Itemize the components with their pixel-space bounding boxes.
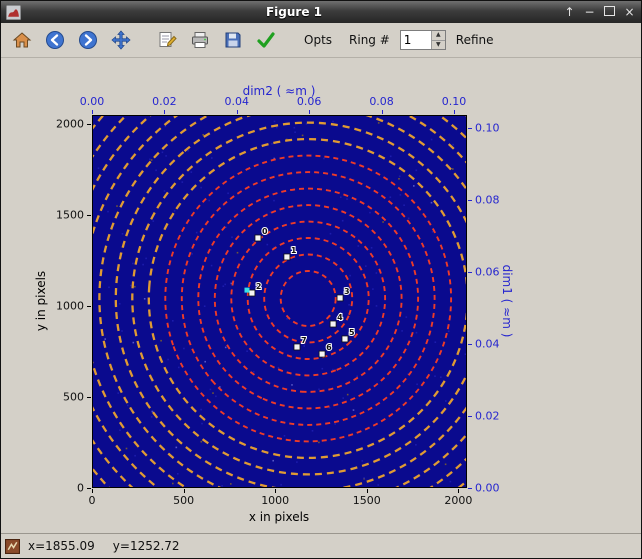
tick-label: 0.00 bbox=[80, 95, 105, 108]
tick-mark bbox=[458, 489, 459, 493]
svg-text:3: 3 bbox=[344, 287, 350, 296]
close-button[interactable]: × bbox=[623, 5, 636, 19]
tick-label: 0.00 bbox=[475, 482, 500, 495]
back-button[interactable] bbox=[40, 25, 70, 55]
tick-mark bbox=[468, 272, 472, 273]
svg-text:5: 5 bbox=[349, 328, 355, 337]
tick-mark bbox=[87, 488, 91, 489]
tick-mark bbox=[454, 110, 455, 114]
tick-label: 0 bbox=[77, 482, 84, 495]
tick-mark bbox=[468, 128, 472, 129]
accept-button[interactable] bbox=[251, 25, 281, 55]
home-icon bbox=[12, 30, 32, 50]
plot-canvas[interactable]: 0 1 2 3 45 6 7 bbox=[92, 115, 467, 488]
tick-label: 0.04 bbox=[475, 337, 500, 350]
check-icon bbox=[256, 30, 276, 50]
forward-button[interactable] bbox=[73, 25, 103, 55]
tick-label: 2000 bbox=[56, 117, 84, 130]
toolbar: Opts Ring # 1 ▲ ▼ Refine bbox=[1, 23, 641, 58]
edit-icon bbox=[157, 30, 177, 50]
refine-button[interactable]: Refine bbox=[449, 33, 501, 47]
tick-label: 0.02 bbox=[475, 409, 500, 422]
tick-mark bbox=[275, 489, 276, 493]
cursor-x-readout: x=1855.09 bbox=[28, 539, 95, 553]
tick-label: 0.10 bbox=[475, 121, 500, 134]
figure-area[interactable]: 01234567 x in pixels y in pixels dim2 ( … bbox=[1, 58, 641, 533]
tick-mark bbox=[309, 110, 310, 114]
print-button[interactable] bbox=[185, 25, 215, 55]
pan-icon bbox=[111, 30, 131, 50]
ring-number-value[interactable]: 1 bbox=[401, 31, 431, 49]
tick-mark bbox=[468, 200, 472, 201]
tick-mark bbox=[92, 110, 93, 114]
opts-button[interactable]: Opts bbox=[297, 33, 339, 47]
edit-button[interactable] bbox=[152, 25, 182, 55]
tick-label: 1500 bbox=[353, 494, 381, 507]
spin-up-button[interactable]: ▲ bbox=[432, 31, 445, 41]
maximize-icon bbox=[604, 6, 615, 16]
spin-buttons: ▲ ▼ bbox=[431, 31, 445, 49]
titlebar[interactable]: Figure 1 ↑ − × bbox=[1, 1, 641, 23]
tick-label: 500 bbox=[173, 494, 194, 507]
tick-mark bbox=[92, 489, 93, 493]
tick-label: 0.06 bbox=[475, 265, 500, 278]
tick-mark bbox=[237, 110, 238, 114]
window-title: Figure 1 bbox=[25, 5, 563, 19]
tick-label: 0.08 bbox=[369, 95, 394, 108]
statusbar: x=1855.09 y=1252.72 bbox=[1, 533, 641, 558]
minimize-button[interactable]: − bbox=[583, 5, 596, 19]
home-button[interactable] bbox=[7, 25, 37, 55]
tick-label: 500 bbox=[63, 390, 84, 403]
app-icon bbox=[6, 5, 21, 20]
tick-mark bbox=[87, 215, 91, 216]
tick-label: 2000 bbox=[444, 494, 472, 507]
maximize-button[interactable] bbox=[603, 5, 616, 19]
ring-number-label: Ring # bbox=[342, 33, 397, 47]
window-controls: ↑ − × bbox=[563, 5, 636, 19]
right-axis-label: dim1 ( ≈m ) bbox=[500, 265, 514, 338]
tick-mark bbox=[468, 488, 472, 489]
back-icon bbox=[45, 30, 65, 50]
tick-label: 0.06 bbox=[297, 95, 322, 108]
spin-down-button[interactable]: ▼ bbox=[432, 41, 445, 50]
tick-label: 1500 bbox=[56, 208, 84, 221]
tick-mark bbox=[87, 124, 91, 125]
tick-mark bbox=[87, 397, 91, 398]
svg-text:0: 0 bbox=[262, 227, 268, 236]
tick-label: 1000 bbox=[56, 299, 84, 312]
x-axis-label: x in pixels bbox=[249, 510, 309, 524]
pan-button[interactable] bbox=[106, 25, 136, 55]
tick-label: 0.04 bbox=[225, 95, 250, 108]
y-axis-label: y in pixels bbox=[34, 271, 48, 331]
tick-mark bbox=[468, 416, 472, 417]
svg-text:4: 4 bbox=[337, 313, 343, 322]
tick-mark bbox=[87, 306, 91, 307]
svg-text:1: 1 bbox=[291, 246, 297, 255]
tick-mark bbox=[184, 489, 185, 493]
tick-label: 0.08 bbox=[475, 193, 500, 206]
tick-mark bbox=[468, 344, 472, 345]
svg-text:7: 7 bbox=[301, 336, 307, 345]
cursor-y-readout: y=1252.72 bbox=[113, 539, 180, 553]
tick-mark bbox=[382, 110, 383, 114]
print-icon bbox=[190, 30, 210, 50]
save-icon bbox=[223, 30, 243, 50]
figure-window: Figure 1 ↑ − × bbox=[0, 0, 642, 559]
status-icon bbox=[5, 539, 20, 554]
tick-label: 0.10 bbox=[442, 95, 467, 108]
svg-text:6: 6 bbox=[326, 343, 332, 352]
svg-text:2: 2 bbox=[256, 282, 262, 291]
forward-icon bbox=[78, 30, 98, 50]
tick-mark bbox=[367, 489, 368, 493]
tick-mark bbox=[164, 110, 165, 114]
shade-button[interactable]: ↑ bbox=[563, 5, 576, 19]
tick-label: 0 bbox=[89, 494, 96, 507]
tick-label: 1000 bbox=[261, 494, 289, 507]
save-button[interactable] bbox=[218, 25, 248, 55]
ring-number-spinbox[interactable]: 1 ▲ ▼ bbox=[400, 30, 446, 50]
tick-label: 0.02 bbox=[152, 95, 177, 108]
